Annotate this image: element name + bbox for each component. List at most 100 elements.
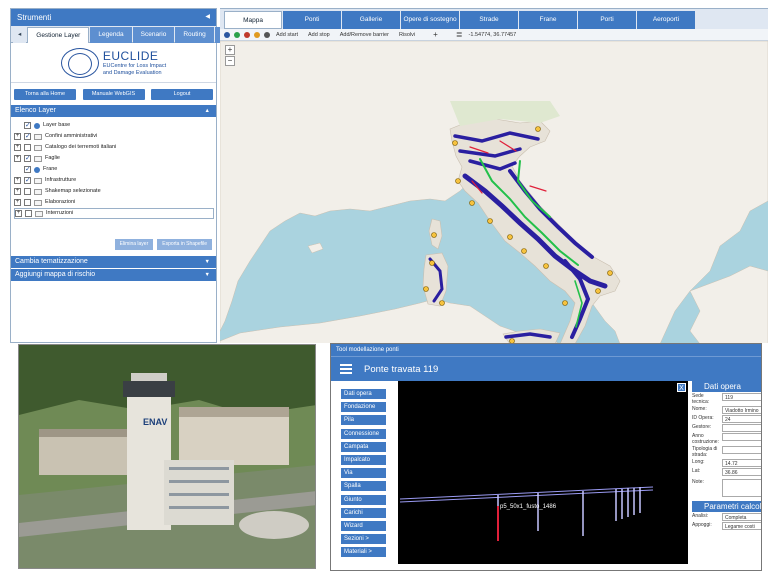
fullscreen-icon[interactable] — [234, 31, 240, 38]
tab-scenario[interactable]: Scenario — [132, 27, 175, 43]
tool-menu-item[interactable]: Sezioni > — [341, 534, 386, 545]
manual-button[interactable]: Manuale WebGIS — [82, 88, 145, 100]
layer-row[interactable]: + Shakemap selezionate — [14, 186, 216, 197]
tool-menu-item[interactable]: Fondazione — [341, 402, 386, 413]
note-textarea[interactable] — [722, 479, 761, 497]
property-field[interactable] — [722, 433, 761, 441]
property-field[interactable]: Legame costi — [722, 522, 761, 530]
tab-frane[interactable]: Frane — [519, 11, 577, 29]
frana-marker[interactable] — [507, 234, 513, 240]
property-field[interactable]: 36.86 — [722, 468, 761, 476]
layer-checkbox[interactable] — [24, 120, 31, 131]
tool-menu-item[interactable]: Dati opera — [341, 389, 386, 399]
expand-icon[interactable]: + — [15, 210, 22, 217]
tool-menu-item[interactable]: Campata — [341, 441, 386, 452]
info-icon[interactable] — [224, 31, 230, 38]
zoom-out-button[interactable]: − — [225, 56, 235, 66]
theme-section-header[interactable]: Cambia tematizzazione ▼ — [11, 256, 216, 268]
layer-checkbox[interactable] — [24, 131, 31, 142]
tool-menu-item[interactable]: Impalcato — [341, 454, 386, 465]
solve-button[interactable]: Risolvi — [399, 32, 415, 38]
route-icon[interactable] — [264, 31, 270, 38]
add-start-button[interactable]: Add start — [276, 32, 298, 38]
expand-icon[interactable]: + — [14, 155, 21, 162]
expand-icon[interactable]: + — [14, 199, 21, 206]
tab-scroll-left[interactable]: ◂ — [13, 27, 27, 43]
layer-row[interactable]: Layer base — [14, 120, 216, 131]
layer-row[interactable]: + Interruzioni — [14, 208, 214, 219]
layer-checkbox[interactable] — [24, 175, 31, 186]
layer-row[interactable]: + Infrastrutture — [14, 175, 216, 186]
tab-routing[interactable]: Routing — [175, 27, 214, 43]
layer-checkbox[interactable] — [24, 199, 31, 206]
hamburger-menu-icon[interactable] — [340, 362, 352, 376]
property-field[interactable]: 119 — [722, 393, 761, 401]
tab-opere-sostegno[interactable]: Opere di sostegno — [401, 11, 459, 29]
property-field[interactable] — [722, 446, 761, 454]
expand-icon[interactable]: + — [14, 133, 21, 140]
tool-menu-item[interactable]: Wizard — [341, 520, 386, 531]
expand-icon[interactable]: + — [14, 144, 21, 151]
layer-checkbox[interactable] — [24, 144, 31, 151]
tool-menu-item[interactable]: Giunto — [341, 494, 386, 505]
measure-icon[interactable] — [244, 31, 250, 38]
tool-menu-item[interactable]: Pila — [341, 415, 386, 426]
layer-checkbox[interactable] — [25, 210, 32, 217]
logout-button[interactable]: Logout — [151, 88, 213, 100]
tab-legenda[interactable]: Legenda — [90, 27, 132, 43]
crosshair-icon[interactable]: + — [433, 30, 438, 39]
layer-row[interactable]: + Confini amministrativi — [14, 131, 216, 142]
frana-marker[interactable] — [423, 286, 429, 292]
tool-menu-item[interactable]: Carichi — [341, 507, 386, 518]
tool-menu-item[interactable]: Spalla — [341, 481, 386, 492]
tab-gestione-layer[interactable]: Gestione Layer — [27, 27, 90, 43]
list-icon[interactable]: ≣ — [456, 30, 463, 39]
frana-marker[interactable] — [521, 248, 527, 254]
tab-gallerie[interactable]: Gallerie — [342, 11, 400, 29]
frana-marker[interactable] — [607, 270, 613, 276]
frana-marker[interactable] — [543, 263, 549, 269]
layer-checkbox[interactable] — [24, 153, 31, 164]
delete-layer-button[interactable]: Elimina layer — [114, 238, 154, 250]
property-field[interactable] — [722, 424, 761, 432]
tool-menu-item[interactable]: Connessione — [341, 428, 386, 439]
frana-marker[interactable] — [535, 126, 541, 132]
export-shapefile-button[interactable]: Esporta in Shapefile — [157, 238, 212, 250]
property-field[interactable]: 24 — [722, 415, 761, 423]
property-field[interactable]: 14.72 — [722, 459, 761, 467]
tools-panel-header[interactable]: Strumenti ◀ — [11, 9, 216, 26]
close-icon[interactable]: X — [677, 383, 686, 392]
frana-marker[interactable] — [452, 140, 458, 146]
layer-row[interactable]: Frane — [14, 164, 216, 175]
frana-marker[interactable] — [429, 260, 435, 266]
tool-menu-item[interactable]: Via — [341, 468, 386, 479]
add-remove-barrier-button[interactable]: Add/Remove barrier — [340, 32, 389, 38]
collapse-left-icon[interactable]: ◀ — [205, 9, 210, 26]
bridge-3d-viewer[interactable]: p5_50x1_fusto_1486 X — [398, 381, 688, 564]
layer-row[interactable]: + Faglie — [14, 153, 216, 164]
frana-marker[interactable] — [595, 288, 601, 294]
layer-checkbox[interactable] — [24, 164, 31, 175]
layer-row[interactable]: + Catalogo dei terremoti italiani — [14, 142, 216, 153]
tab-mappa[interactable]: Mappa — [224, 11, 282, 29]
tool-menu-item[interactable]: Materiali > — [341, 547, 386, 558]
tab-strade[interactable]: Strade — [460, 11, 518, 29]
frana-marker[interactable] — [431, 232, 437, 238]
expand-icon[interactable]: + — [14, 188, 21, 195]
map-canvas[interactable] — [220, 41, 768, 343]
frana-marker[interactable] — [469, 200, 475, 206]
layer-checkbox[interactable] — [24, 188, 31, 195]
frana-marker[interactable] — [439, 300, 445, 306]
layer-list-header[interactable]: Elenco Layer ▲ — [11, 105, 216, 117]
expand-icon[interactable]: + — [14, 177, 21, 184]
zoom-in-button[interactable]: + — [225, 45, 235, 55]
add-stop-button[interactable]: Add stop — [308, 32, 330, 38]
frana-marker[interactable] — [455, 178, 461, 184]
frana-marker[interactable] — [562, 300, 568, 306]
search-icon[interactable] — [254, 31, 260, 38]
layer-row[interactable]: + Elaborazioni — [14, 197, 216, 208]
property-field[interactable]: Completa — [722, 513, 761, 521]
home-button[interactable]: Torna alla Home — [14, 88, 76, 100]
tab-ponti[interactable]: Ponti — [283, 11, 341, 29]
tab-porti[interactable]: Porti — [578, 11, 636, 29]
